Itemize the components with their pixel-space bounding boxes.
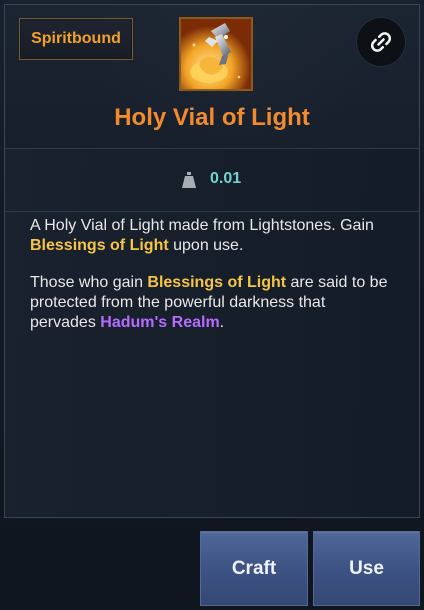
item-name: Holy Vial of Light bbox=[114, 104, 310, 131]
hadums-realm-link: Hadum's Realm bbox=[100, 314, 220, 331]
spiritbound-badge: Spiritbound bbox=[19, 18, 133, 60]
description-paragraph-2: Those who gain Blessings of Light are sa… bbox=[30, 273, 390, 333]
share-link-button[interactable] bbox=[357, 18, 405, 66]
craft-button[interactable]: Craft bbox=[200, 531, 308, 606]
blessings-of-light-link: Blessings of Light bbox=[147, 274, 287, 291]
description-paragraph-1: A Holy Vial of Light made from Lightston… bbox=[30, 216, 390, 256]
description-text: A Holy Vial of Light made from Lightston… bbox=[30, 217, 374, 234]
tooltip-header: Spiritbound Holy Vial of Light bbox=[5, 5, 419, 149]
holy-vial-icon bbox=[179, 17, 253, 91]
use-button[interactable]: Use bbox=[313, 531, 420, 606]
description-text: upon use. bbox=[168, 237, 244, 254]
blessings-of-light-link: Blessings of Light bbox=[30, 237, 169, 254]
description-text: Those who gain bbox=[30, 274, 148, 291]
weight-row: 0.01 bbox=[5, 149, 419, 212]
item-tooltip-screen: Spiritbound Holy Vial of Light 0.01 A Ho… bbox=[0, 0, 424, 610]
weight-icon bbox=[182, 172, 196, 188]
link-icon bbox=[370, 32, 392, 52]
item-description: A Holy Vial of Light made from Lightston… bbox=[30, 216, 390, 350]
description-text: . bbox=[219, 314, 225, 331]
weight-value: 0.01 bbox=[210, 170, 242, 187]
